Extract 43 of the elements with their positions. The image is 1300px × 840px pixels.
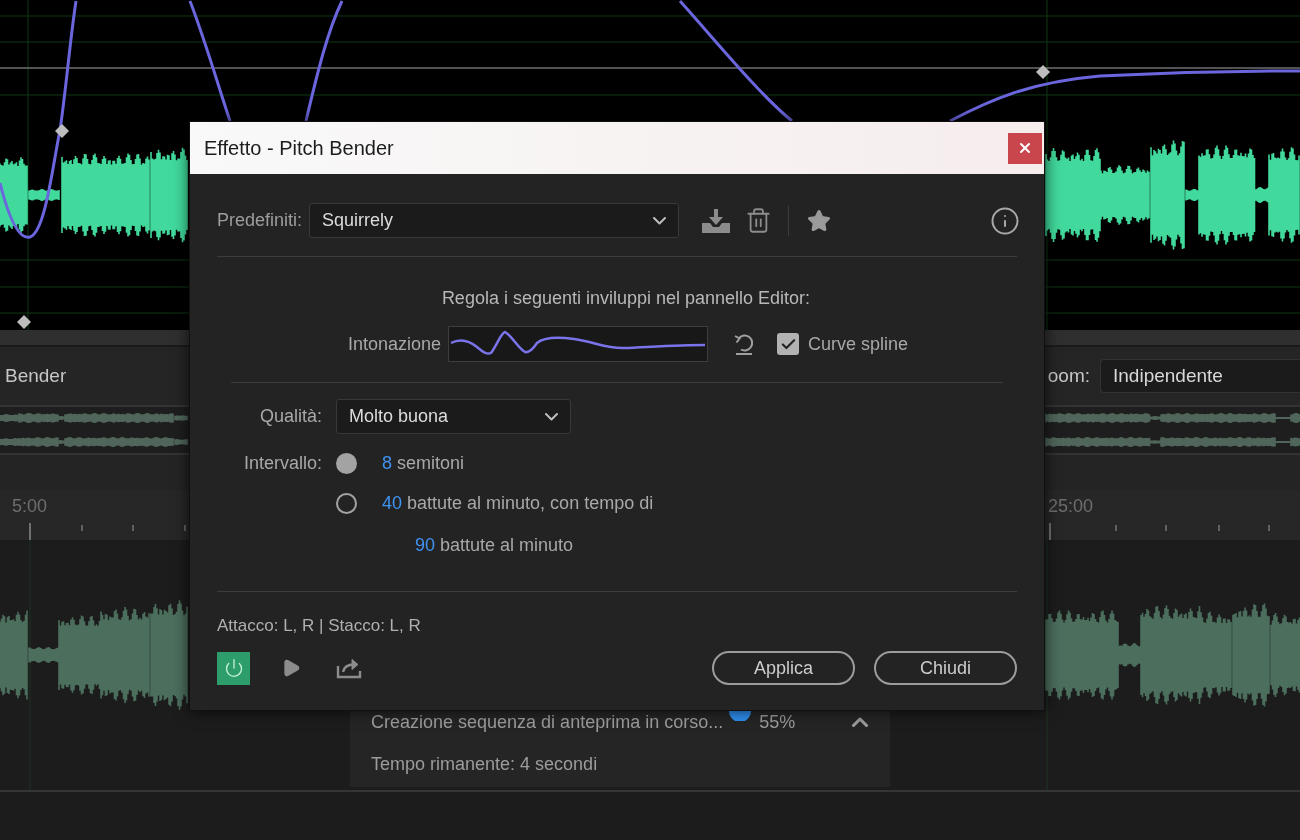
quality-label: Qualità: (259, 405, 322, 428)
zoom-dropdown[interactable]: Indipendente (1100, 359, 1300, 393)
zoom-label: oom: (1047, 363, 1090, 388)
radio-button[interactable] (336, 492, 357, 514)
chevron-up-icon[interactable] (852, 717, 868, 727)
download-icon[interactable] (701, 208, 732, 233)
dialog-button[interactable]: Chiudi (874, 651, 1017, 685)
unit-label: battute al minuto, con tempo di (407, 491, 654, 515)
checkbox-label: Curve spline (808, 332, 909, 356)
value-number[interactable]: 8 (382, 449, 392, 477)
chevron-down-icon (545, 412, 558, 421)
effect-name-label: Bender (4, 363, 67, 388)
time-label: 5:00 (12, 495, 48, 517)
power-button[interactable] (217, 651, 250, 685)
checkbox[interactable] (777, 333, 800, 355)
play-icon[interactable] (281, 658, 301, 678)
progress-pie-icon (729, 711, 752, 721)
progress-percent: 55% (759, 710, 796, 734)
keyframe-handle[interactable] (1036, 65, 1050, 79)
export-icon[interactable] (336, 657, 362, 679)
info-icon[interactable] (990, 205, 1020, 236)
power-icon (223, 658, 244, 678)
preset-dropdown[interactable]: Squirrely (309, 203, 680, 238)
channels-text: Attacco: L, R | Stacco: L, R (217, 615, 421, 637)
close-button[interactable] (1008, 132, 1042, 164)
time-remaining-text: Tempo rimanente: 4 secondi (371, 753, 598, 775)
progress-message: Creazione sequenza di anteprima in corso... (371, 710, 724, 734)
dialog-title: Effetto - Pitch Bender (204, 136, 394, 161)
quality-dropdown[interactable]: Molto buona (336, 399, 571, 434)
unit-label: semitoni (397, 451, 465, 475)
presets-label: Predefiniti: (217, 209, 303, 232)
value-number[interactable]: 40 (382, 489, 403, 517)
range-label: Intervallo: (243, 451, 322, 475)
time-label: 25:00 (1048, 495, 1094, 517)
value-number[interactable]: 90 (415, 531, 436, 559)
close-icon (1017, 140, 1033, 156)
radio-button[interactable] (336, 452, 357, 474)
envelope-label: Intonazione (348, 332, 442, 356)
unit-label: battute al minuto (440, 533, 574, 557)
chevron-down-icon (653, 216, 667, 225)
star-icon[interactable] (807, 208, 832, 233)
instruction-text: Regola i seguenti inviluppi nel pannello Editor: (441, 287, 811, 309)
dialog-button[interactable]: Applica (712, 651, 855, 685)
